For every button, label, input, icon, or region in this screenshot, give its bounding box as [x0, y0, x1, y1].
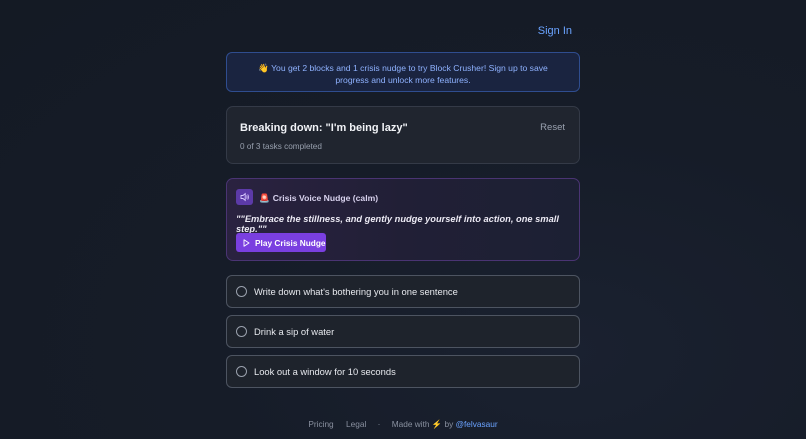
legal-link[interactable]: Legal	[346, 419, 366, 429]
breakdown-card: Breaking down: "I'm being lazy" 0 of 3 t…	[226, 106, 580, 164]
task-item[interactable]: Write down what's bothering you in one s…	[226, 275, 580, 308]
trial-banner: 👋 You get 2 blocks and 1 crisis nudge to…	[226, 52, 580, 92]
siren-icon: 🚨	[259, 193, 270, 203]
crisis-heading: 🚨 Crisis Voice Nudge (calm)	[259, 193, 378, 204]
task-checkbox[interactable]	[236, 326, 247, 337]
play-button-label: Play Crisis Nudge	[255, 237, 326, 248]
crisis-heading-text: Crisis Voice Nudge (calm)	[272, 193, 379, 203]
task-checkbox[interactable]	[236, 286, 247, 297]
crisis-nudge-card: 🚨 Crisis Voice Nudge (calm) ""Embrace the…	[226, 178, 580, 261]
author-link[interactable]: @felvasaur	[456, 419, 498, 429]
crisis-quote: ""Embrace the stillness, and gently nudg…	[236, 214, 559, 234]
play-crisis-nudge-button[interactable]: Play Crisis Nudge	[236, 233, 326, 252]
footer-separator: ·	[377, 419, 381, 429]
play-icon	[243, 238, 250, 247]
made-with-text: Made with	[391, 419, 430, 429]
reset-button[interactable]: Reset	[540, 122, 565, 133]
task-label: Write down what's bothering you in one s…	[254, 286, 458, 297]
task-item[interactable]: Look out a window for 10 seconds	[226, 355, 580, 388]
sign-in-link[interactable]: Sign In	[538, 25, 572, 37]
by-text: by	[444, 419, 454, 429]
page: Sign In 👋 You get 2 blocks and 1 crisis …	[0, 0, 806, 439]
speaker-icon	[236, 189, 253, 205]
footer: Pricing Legal · Made with ⚡ by @felvasau…	[0, 419, 806, 430]
task-label: Drink a sip of water	[254, 326, 335, 337]
task-label: Look out a window for 10 seconds	[254, 366, 396, 377]
task-checkbox[interactable]	[236, 366, 247, 377]
task-progress: 0 of 3 tasks completed	[240, 142, 322, 151]
wave-icon: 👋	[258, 63, 269, 73]
bolt-icon: ⚡	[431, 419, 443, 429]
pricing-link[interactable]: Pricing	[308, 419, 333, 429]
task-item[interactable]: Drink a sip of water	[226, 315, 580, 348]
breakdown-title: Breaking down: "I'm being lazy"	[240, 122, 408, 134]
banner-text: You get 2 blocks and 1 crisis nudge to t…	[271, 63, 548, 85]
